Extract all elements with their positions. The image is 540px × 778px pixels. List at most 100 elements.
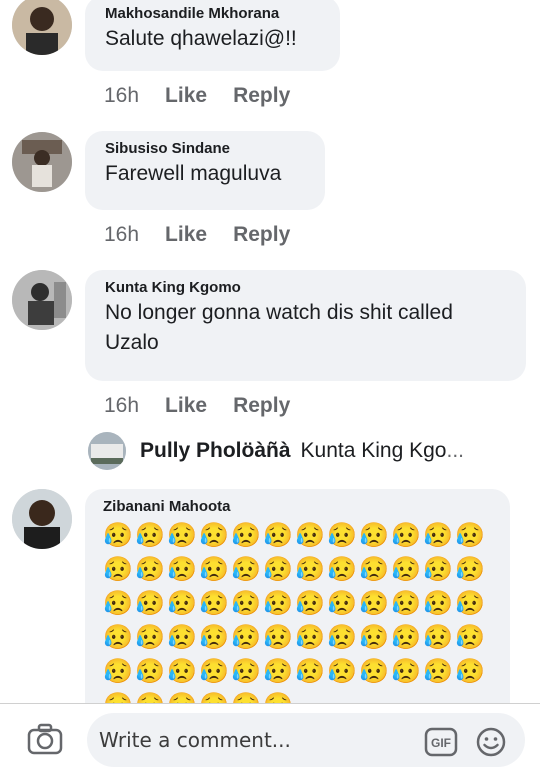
comment-bubble: Zibanani Mahoota 😥 😥 😥 😥 😥 😥 😥 😥 😥 😥 😥 😥 😥 😥 😥 😥 😥 😥 😥 😥 😥 😥 😥… (85, 489, 510, 729)
reply-button[interactable]: Reply (233, 84, 290, 108)
like-button[interactable]: Like (165, 223, 207, 247)
emoji: 😥 (135, 658, 165, 685)
emoji: 😥 (263, 624, 293, 651)
emoji: 😥 (199, 658, 229, 685)
emoji: 😥 (103, 556, 133, 583)
emoji: 😥 (327, 590, 357, 617)
emoji: 😥 (423, 556, 453, 583)
avatar[interactable] (12, 0, 72, 55)
emoji: 😥 (423, 590, 453, 617)
emoji: 😥 (263, 658, 293, 685)
emoji: 😥 (455, 556, 485, 583)
emoji: 😥 (231, 556, 261, 583)
emoji: 😥 (199, 522, 229, 549)
camera-icon[interactable] (27, 723, 63, 755)
gif-icon[interactable]: GIF (424, 724, 458, 757)
comment-input[interactable]: Write a comment... GIF (87, 713, 525, 767)
emoji: 😥 (167, 624, 197, 651)
emoji: 😥 (391, 658, 421, 685)
emoji: 😥 (391, 590, 421, 617)
emoji: 😥 (359, 590, 389, 617)
emoji-grid: 😥 😥 😥 😥 😥 😥 😥 😥 😥 😥 😥 😥 😥 😥 😥 😥 😥 😥 😥 😥 😥 😥 😥 😥 😥 😥 😥 😥 😥 😥 😥 😥 😥 😥 😥 😥 😥 😥 😥 😥… (103, 521, 490, 721)
comment-time[interactable]: 16h (104, 394, 139, 418)
comment-actions: 16h Like Reply (104, 84, 316, 108)
emoji: 😥 (263, 590, 293, 617)
comment-bubble: Kunta King Kgomo No longer gonna watch d… (85, 270, 526, 381)
comment-author[interactable]: Zibanani Mahoota (103, 497, 490, 517)
emoji: 😥 (103, 624, 133, 651)
emoji: 😥 (295, 590, 325, 617)
avatar[interactable] (88, 432, 126, 470)
emoji: 😥 (359, 624, 389, 651)
emoji: 😥 (391, 522, 421, 549)
avatar[interactable] (12, 489, 72, 549)
emoji: 😥 (135, 624, 165, 651)
emoji: 😥 (167, 522, 197, 549)
comment-author[interactable]: Sibusiso Sindane (105, 139, 305, 159)
emoji: 😥 (135, 590, 165, 617)
emoji: 😥 (103, 522, 133, 549)
emoji: 😥 (455, 624, 485, 651)
emoji: 😥 (167, 590, 197, 617)
comment-text: Farewell maguluva (105, 162, 282, 185)
reply-button[interactable]: Reply (233, 223, 290, 247)
reply-ellipsis: ... (446, 439, 464, 462)
emoji: 😥 (295, 624, 325, 651)
comment-actions: 16h Like Reply (104, 223, 316, 247)
emoji: 😥 (135, 556, 165, 583)
reply-preview[interactable]: Pully Pholöàñà Kunta King Kgo ... (88, 432, 464, 470)
emoji: 😥 (359, 522, 389, 549)
emoji: 😥 (263, 556, 293, 583)
emoji: 😥 (231, 624, 261, 651)
emoji-icon[interactable] (475, 724, 507, 757)
emoji: 😥 (199, 590, 229, 617)
emoji: 😥 (295, 522, 325, 549)
avatar[interactable] (12, 270, 72, 330)
avatar[interactable] (12, 132, 72, 192)
emoji: 😥 (359, 556, 389, 583)
comment-composer-bar: Write a comment... GIF (0, 703, 540, 776)
emoji: 😥 (391, 556, 421, 583)
emoji: 😥 (167, 556, 197, 583)
reply-author[interactable]: Pully Pholöàñà (140, 439, 291, 463)
comment-text: Salute qhawelazi@!! (105, 27, 297, 50)
emoji: 😥 (423, 658, 453, 685)
like-button[interactable]: Like (165, 84, 207, 108)
emoji: 😥 (391, 624, 421, 651)
reply-button[interactable]: Reply (233, 394, 290, 418)
emoji: 😥 (103, 590, 133, 617)
emoji: 😥 (423, 522, 453, 549)
emoji: 😥 (263, 522, 293, 549)
comment-time[interactable]: 16h (104, 223, 139, 247)
comment-time[interactable]: 16h (104, 84, 139, 108)
comment-input-placeholder: Write a comment... (99, 728, 291, 752)
emoji: 😥 (103, 658, 133, 685)
comment-author[interactable]: Kunta King Kgomo (105, 278, 506, 298)
emoji: 😥 (423, 624, 453, 651)
emoji: 😥 (455, 590, 485, 617)
comment-actions: 16h Like Reply (104, 394, 316, 418)
emoji: 😥 (327, 624, 357, 651)
emoji: 😥 (231, 658, 261, 685)
emoji: 😥 (231, 522, 261, 549)
emoji: 😥 (327, 522, 357, 549)
emoji: 😥 (295, 658, 325, 685)
emoji: 😥 (135, 522, 165, 549)
comment-bubble: Sibusiso Sindane Farewell maguluva (85, 131, 325, 210)
emoji: 😥 (359, 658, 389, 685)
comment-text: No longer gonna watch dis shit called Uz… (105, 301, 453, 354)
svg-text:GIF: GIF (431, 736, 451, 750)
emoji: 😥 (455, 658, 485, 685)
reply-text: Kunta King Kgo (300, 439, 447, 462)
like-button[interactable]: Like (165, 394, 207, 418)
emoji: 😥 (199, 556, 229, 583)
emoji: 😥 (167, 658, 197, 685)
emoji: 😥 (295, 556, 325, 583)
comment-author[interactable]: Makhosandile Mkhorana (105, 4, 320, 24)
emoji: 😥 (327, 556, 357, 583)
emoji: 😥 (327, 658, 357, 685)
comment-bubble: Makhosandile Mkhorana Salute qhawelazi@!… (85, 0, 340, 71)
emoji: 😥 (231, 590, 261, 617)
emoji: 😥 (455, 522, 485, 549)
emoji: 😥 (199, 624, 229, 651)
